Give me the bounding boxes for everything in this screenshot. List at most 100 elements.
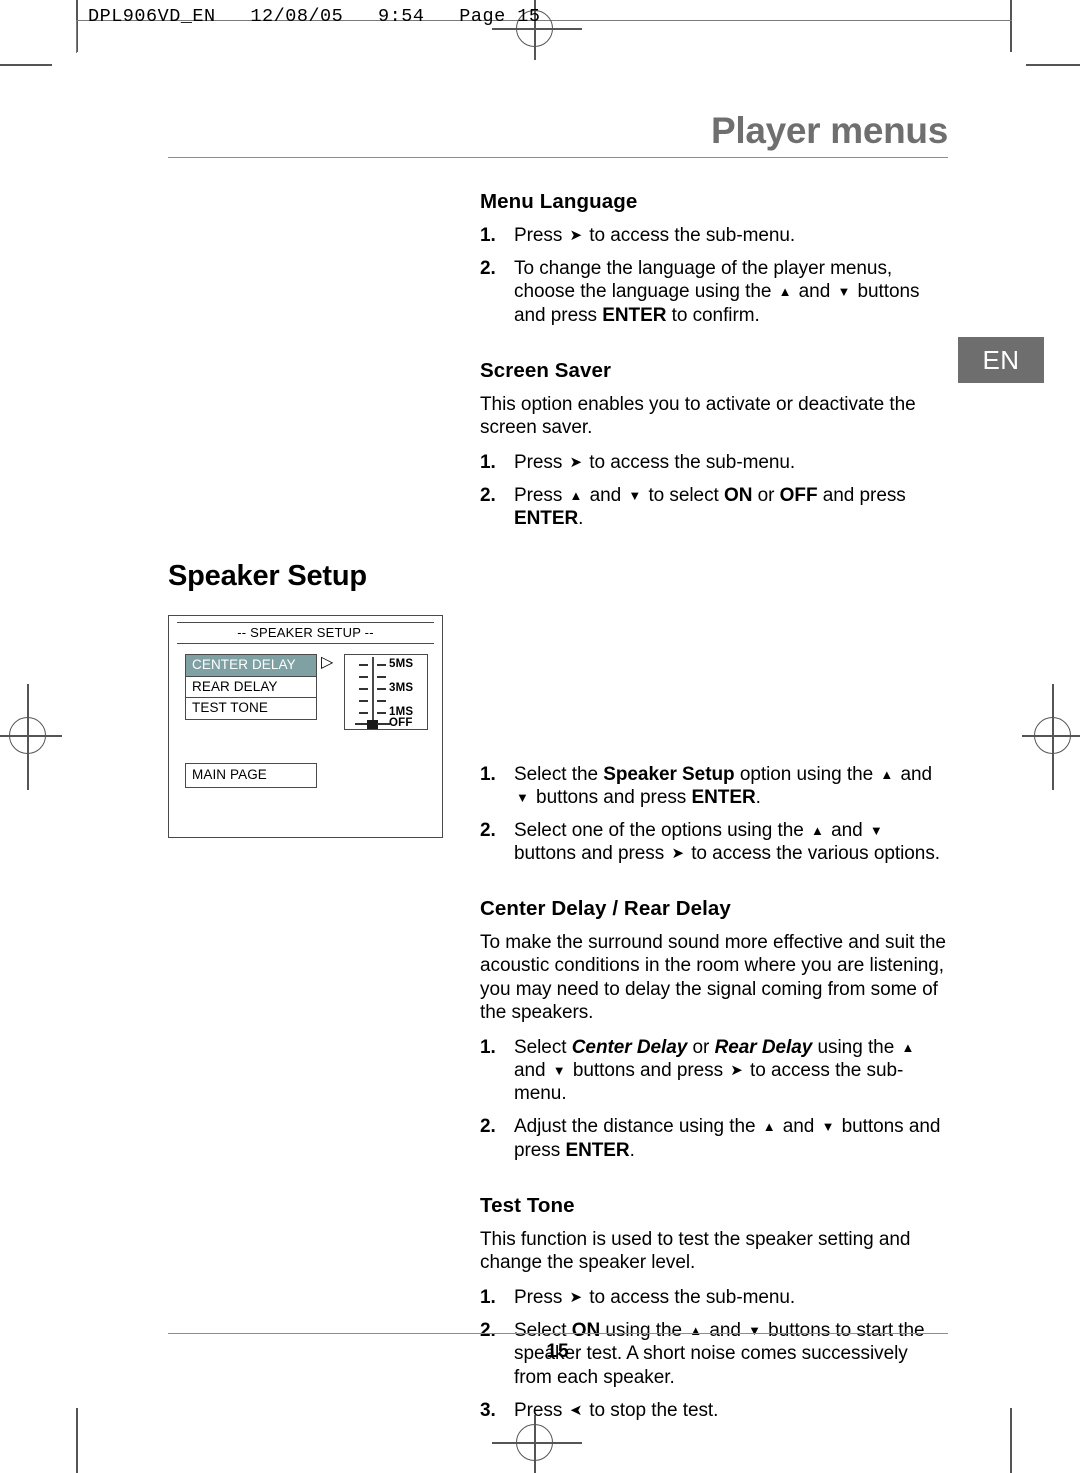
step-text: and (895, 763, 933, 785)
slider-tick-left (359, 676, 368, 678)
step-text: Select (514, 1036, 572, 1058)
page-title: Player menus (710, 110, 948, 151)
step-item: 2. Press ▲ and ▼ to select ON or OFF and … (480, 484, 950, 530)
slider-tick-right (377, 688, 386, 690)
steps-center-rear-delay: 1. Select Center Delay or Rear Delay usin… (480, 1036, 950, 1162)
osd-title-text: -- SPEAKER SETUP -- (237, 625, 374, 640)
arrow-down-icon: ▼ (748, 1323, 761, 1339)
page-content: Player menus EN Menu Language 1. Press ➤ … (0, 0, 1080, 1473)
osd-slider-row: 5MS (345, 658, 427, 670)
step-item: 1. Press ➤ to access the sub-menu. (480, 224, 950, 247)
step-number: 3. (480, 1399, 496, 1421)
header-rule (168, 157, 948, 159)
arrow-down-icon: ▼ (628, 488, 642, 504)
step-item: 2. Adjust the distance using the ▲ and ▼ … (480, 1115, 950, 1161)
step-text: Press (514, 1287, 568, 1309)
slider-tick-left (359, 712, 368, 714)
step-text: and (777, 1116, 820, 1138)
step-text: buttons and press (514, 843, 670, 865)
step-item: 3. Press ➤ to stop the test. (480, 1399, 950, 1422)
osd-delay-slider[interactable]: 5MS 3MS 1MS OFF (344, 654, 428, 730)
arrow-right-icon: ➤ (569, 1289, 583, 1307)
arrow-up-icon: ▲ (778, 284, 792, 300)
step-text: and press (817, 485, 906, 507)
step-number: 1. (480, 1036, 496, 1058)
chapter-header: Player menus (168, 110, 948, 159)
emphasis-text: ENTER (565, 1139, 630, 1161)
arrow-down-icon: ▼ (821, 1119, 835, 1135)
osd-menu-item-test-tone[interactable]: TEST TONE (185, 697, 317, 721)
step-text: to stop the test. (584, 1399, 719, 1421)
arrow-down-icon: ▼ (869, 822, 883, 838)
step-text: . (578, 508, 584, 530)
step-number: 2. (480, 1320, 496, 1342)
step-number: 1. (480, 763, 496, 785)
osd-slider-row (345, 670, 427, 682)
heading-screen-saver: Screen Saver (480, 358, 612, 382)
emphasis-text: ON (571, 1320, 601, 1342)
step-text: Press (514, 485, 568, 507)
emphasis-text: ON (724, 485, 753, 507)
step-item: 1. Press ➤ to access the sub-menu. (480, 451, 950, 474)
steps-screen-saver: 1. Press ➤ to access the sub-menu. 2. Press… (480, 451, 950, 531)
step-number: 2. (480, 485, 496, 507)
step-item: 1. Select Center Delay or Rear Delay usin… (480, 1036, 950, 1106)
emphasis-text: ENTER (514, 508, 579, 530)
page-number: 15 (546, 1341, 570, 1362)
step-item: 2. To change the language of the player m… (480, 257, 950, 327)
arrow-up-icon: ▲ (569, 488, 583, 504)
step-text: to access the sub-menu. (584, 452, 796, 474)
slider-tick-right (377, 700, 386, 702)
osd-main-page-button[interactable]: MAIN PAGE (185, 763, 317, 788)
step-text: and (825, 819, 868, 841)
steps-menu-language: 1. Press ➤ to access the sub-menu. 2. To ch… (480, 224, 950, 327)
osd-title-bar: -- SPEAKER SETUP -- (177, 622, 434, 644)
emphasis-text: OFF (779, 485, 818, 507)
arrow-up-icon: ▲ (762, 1119, 776, 1135)
step-text: to access the sub-menu. (584, 1287, 796, 1309)
emphasis-text: Speaker Setup (603, 763, 735, 785)
step-text: Select one of the options using the (514, 819, 810, 841)
osd-menu-item-center-delay[interactable]: CENTER DELAY (185, 654, 317, 677)
step-text: and (584, 485, 627, 507)
language-tab-en: EN (958, 337, 1044, 383)
left-column: Speaker Setup -- SPEAKER SETUP -- CENTER… (168, 560, 458, 838)
steps-speaker-setup: 1. Select the Speaker Setup option using … (480, 763, 950, 866)
slider-tick-right (377, 676, 386, 678)
step-text: option using the (734, 763, 879, 785)
step-text: Press (514, 225, 568, 246)
arrow-up-icon: ▲ (880, 766, 894, 782)
step-text: . (629, 1139, 635, 1161)
slider-tick-left (359, 700, 368, 702)
osd-speaker-setup-screen: -- SPEAKER SETUP -- CENTER DELAY REAR DE… (168, 615, 443, 838)
step-number: 2. (480, 258, 496, 280)
step-text: and (514, 1060, 551, 1082)
intro-test-tone: This function is used to test the speake… (480, 1228, 911, 1273)
step-item: 1. Press ➤ to access the sub-menu. (480, 1286, 950, 1309)
step-text: buttons and press (530, 786, 692, 808)
emphasis-text: Rear Delay (714, 1036, 813, 1058)
step-number: 1. (480, 452, 496, 474)
step-text: to select (643, 485, 724, 507)
emphasis-text: ENTER (602, 304, 667, 326)
arrow-down-icon: ▼ (552, 1063, 566, 1079)
osd-submenu-caret-icon: ▷ (321, 654, 334, 671)
osd-slider-row (345, 694, 427, 706)
right-text-column: Menu Language 1. Press ➤ to access the su… (480, 190, 950, 1432)
step-text: buttons and press (567, 1060, 729, 1082)
slider-label-selected: OFF (389, 717, 413, 729)
arrow-up-icon: ▲ (689, 1323, 703, 1339)
step-number: 2. (480, 819, 496, 841)
footer-rule (168, 1333, 948, 1335)
osd-menu-item-rear-delay[interactable]: REAR DELAY (185, 675, 317, 699)
heading-test-tone: Test Tone (480, 1193, 575, 1217)
step-text: using the (600, 1320, 688, 1342)
osd-slider-row: 3MS (345, 682, 427, 694)
arrow-down-icon: ▼ (837, 284, 851, 300)
slider-tick-right (377, 712, 386, 714)
arrow-up-icon: ▲ (901, 1039, 915, 1055)
osd-slider-row-selected: OFF (345, 717, 427, 729)
step-text: . (755, 786, 761, 808)
arrow-right-icon: ➤ (730, 1062, 743, 1080)
step-text: or (752, 485, 780, 507)
